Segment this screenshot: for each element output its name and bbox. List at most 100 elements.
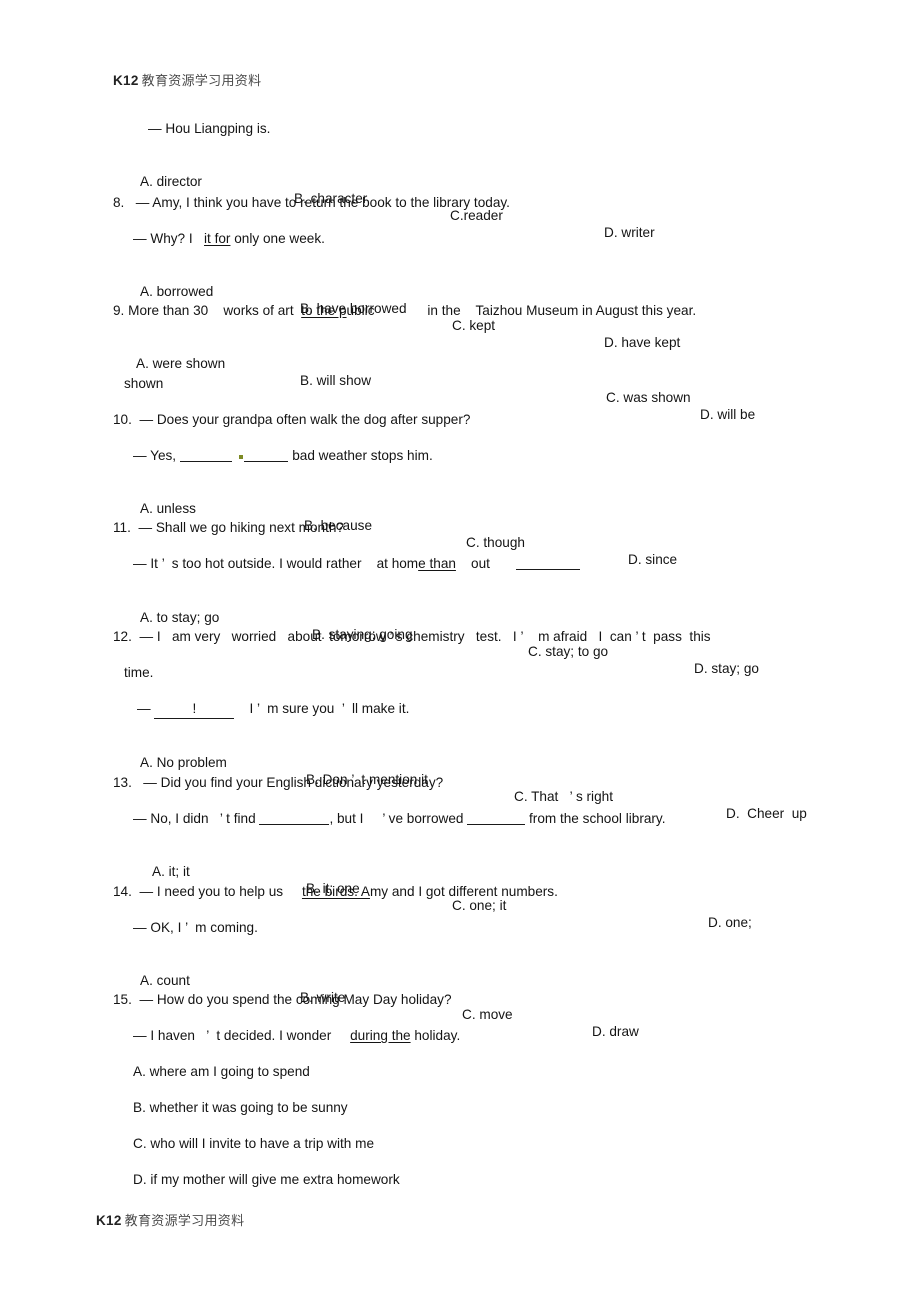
document-page: K12 教育资源学习用资料 — Hou Liangping is. A. dire… (0, 0, 920, 1303)
option-c[interactable]: C. stay; to go (528, 643, 608, 660)
option-c[interactable]: C. was shown (606, 389, 691, 406)
option-d[interactable]: D. one; (708, 914, 752, 931)
option-d[interactable]: D. since (628, 551, 677, 568)
question-15-option-d[interactable]: D. if my mother will give me extra homew… (133, 1171, 400, 1188)
question-11-blank-2[interactable] (516, 556, 581, 570)
question-9-number: 9. (113, 303, 125, 318)
question-14-blank[interactable]: the birds. A (302, 884, 370, 899)
question-10-blank-2[interactable] (244, 448, 289, 462)
question-9-blank[interactable]: to the p (301, 303, 346, 318)
question-9-option-d-continuation: shown (124, 376, 164, 391)
question-14-stem-a: — I need you to help us (139, 884, 284, 899)
question-9-stem: 9. More than 30 works of art to the publ… (113, 302, 696, 319)
option-c[interactable]: C. move (462, 1006, 513, 1023)
option-b[interactable]: B. will show (300, 372, 371, 389)
question-11-blank-1[interactable]: e than (418, 556, 456, 571)
scan-artifact-speck (239, 455, 244, 459)
question-13-blank-1[interactable] (259, 811, 330, 825)
running-head: K12 教育资源学习用资料 (113, 70, 261, 89)
question-8-reply: — Why? I it for only one week. (133, 230, 325, 247)
question-15-reply: — I haven ’ t decided. I wonder during t… (133, 1027, 460, 1044)
running-head-latin: K12 (113, 73, 139, 88)
question-13-blank-2[interactable] (467, 811, 526, 825)
question-14-stem: 14. — I need you to help us the birds. A… (113, 883, 558, 900)
question-9-stem-b: works of art (223, 303, 294, 318)
question-9-stem-d: in the (427, 303, 461, 318)
option-a[interactable]: A. to stay; go (140, 609, 219, 626)
question-11-stem: 11. — Shall we go hiking next month? (113, 519, 344, 536)
question-10-reply-pre: — Yes, (133, 448, 177, 463)
question-9-stem-a: More than 30 (128, 303, 209, 318)
option-c[interactable]: C. kept (452, 317, 495, 334)
option-d[interactable]: D. stay; go (694, 660, 759, 677)
question-15-blank[interactable]: during the (350, 1028, 410, 1043)
question-11-reply-c: at hom (376, 556, 419, 571)
question-13-reply-b: , but I (329, 811, 364, 826)
question-13-reply: — No, I didn ’ t find , but I ’ ve borro… (133, 810, 666, 827)
question-12-stem-text: — I am very worried about tomorrow ’ s c… (139, 629, 711, 644)
option-a[interactable]: A. unless (140, 500, 196, 517)
option-a[interactable]: A. director (140, 173, 202, 190)
question-11-reply: — It ’ s too hot outside. I would rather… (133, 555, 581, 572)
question-15-number: 15. (113, 992, 132, 1007)
question-12-reply-dash: — (137, 701, 151, 716)
question-11-reply-b: s too hot outside. I would rather (171, 556, 362, 571)
question-10-blank-1[interactable] (179, 448, 232, 462)
question-13-stem-text: — Did you find your English dictionary y… (143, 775, 444, 790)
question-11-reply-d: out (471, 556, 490, 571)
option-c[interactable]: C. though (466, 534, 525, 551)
option-d[interactable]: D. Cheer up (726, 805, 807, 822)
running-foot-cjk: 教育资源学习用资料 (124, 1214, 245, 1229)
question-10-number: 10. (113, 412, 132, 427)
question-8-blank[interactable]: it for (204, 231, 230, 246)
option-a[interactable]: A. borrowed (140, 283, 213, 300)
question-15-reply-b: holiday. (410, 1028, 461, 1043)
question-12-reply-post: I ’ m sure you ’ ll make it. (249, 701, 410, 716)
question-10-stem-text: — Does your grandpa often walk the dog a… (139, 412, 471, 427)
option-a[interactable]: A. it; it (152, 863, 190, 880)
running-foot: K12 教育资源学习用资料 (96, 1210, 244, 1229)
question-8-reply-post: only one week. (230, 231, 325, 246)
question-13-stem: 13. — Did you find your English dictiona… (113, 774, 443, 791)
option-d[interactable]: D. writer (604, 224, 655, 241)
question-14-number: 14. (113, 884, 132, 899)
question-15-option-a[interactable]: A. where am I going to spend (133, 1063, 310, 1080)
option-d[interactable]: D. will be (700, 406, 755, 423)
question-15-option-b[interactable]: B. whether it was going to be sunny (133, 1099, 348, 1116)
question-12-reply: — ! I ’ m sure you ’ ll make it. (137, 700, 409, 719)
question-15-reply-a: — I haven ’ t decided. I wonder (133, 1028, 332, 1043)
question-12-stem-line-2: time. (124, 665, 154, 680)
question-9-stem-e: Taizhou Museum in August this year. (475, 303, 697, 318)
question-12-stem-line-1: 12. — I am very worried about tomorrow ’… (113, 628, 711, 645)
question-15-stem-text: — How do you spend the coming May Day ho… (139, 992, 452, 1007)
question-8-stem-text: — Amy, I think you have to return the bo… (135, 195, 510, 210)
question-10-reply: — Yes, bad weather stops him. (133, 447, 433, 464)
option-c[interactable]: C. That ’ s right (514, 788, 613, 805)
option-d[interactable]: D. draw (592, 1023, 639, 1040)
option-a[interactable]: A. were shown (136, 355, 225, 372)
question-15-stem: 15. — How do you spend the coming May Da… (113, 991, 452, 1008)
question-13-reply-c: ve borrowed (388, 811, 464, 826)
question-11-reply-a: — It (133, 556, 158, 571)
question-14-stem-b: my and I got different numbers. (369, 884, 558, 899)
option-a[interactable]: A. No problem (140, 754, 227, 771)
question-13-reply-d: from the school library. (525, 811, 666, 826)
question-8-number: 8. (113, 195, 125, 210)
question-9-stem-c: ublic (346, 303, 375, 318)
question-10-stem: 10. — Does your grandpa often walk the d… (113, 411, 470, 428)
running-foot-latin: K12 (96, 1213, 122, 1228)
question-11-stem-text: — Shall we go hiking next month? (138, 520, 344, 535)
question-8-reply-pre: — Why? I (133, 231, 193, 246)
question-10-reply-post: bad weather stops him. (288, 448, 433, 463)
question-8-stem: 8. — Amy, I think you have to return the… (113, 194, 510, 211)
question-13-number: 13. (113, 775, 132, 790)
question-11-number: 11. (113, 520, 131, 535)
question-14-reply: — OK, I ’ m coming. (133, 920, 258, 935)
question-13-reply-a: — No, I didn ’ t find (133, 811, 256, 826)
running-head-cjk: 教育资源学习用资料 (141, 74, 262, 89)
question-15-option-c[interactable]: C. who will I invite to have a trip with… (133, 1135, 374, 1152)
option-a[interactable]: A. count (140, 972, 190, 989)
question-12-blank[interactable]: ! (154, 700, 235, 719)
question-12-number: 12. (113, 629, 132, 644)
question-7-stem: — Hou Liangping is. (148, 121, 271, 136)
